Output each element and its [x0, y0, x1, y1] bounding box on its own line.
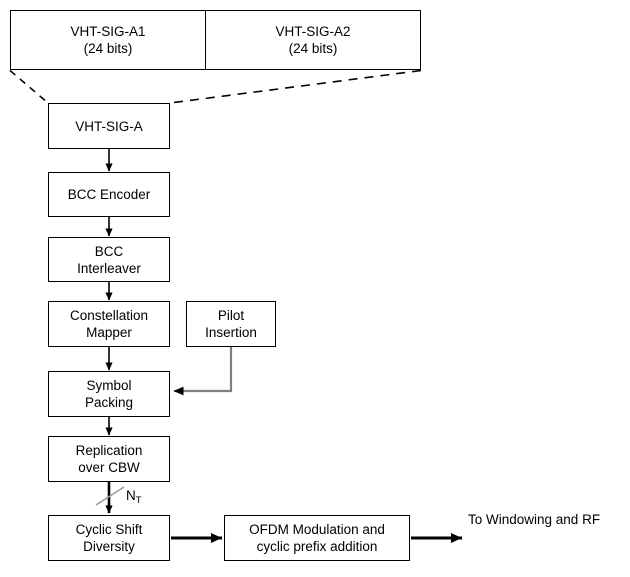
- arrow-pilotinsertion-to-symbolpacking: [173, 347, 233, 396]
- ofdm-modulation-box: OFDM Modulation and cyclic prefix additi…: [224, 515, 410, 561]
- flow-diagram-canvas: VHT-SIG-A1 (24 bits) VHT-SIG-A2 (24 bits…: [0, 0, 630, 577]
- dashed-connector-right: [169, 69, 422, 104]
- pilot-insertion-box: Pilot Insertion: [186, 301, 276, 347]
- cyclic-shift-diversity-box: Cyclic Shift Diversity: [48, 515, 170, 561]
- symbol-packing-box: Symbol Packing: [48, 371, 170, 417]
- vht-sig-a1-box: VHT-SIG-A1 (24 bits): [10, 10, 206, 70]
- dashed-connector-left: [9, 69, 49, 104]
- bcc-interleaver-box: BCC Interleaver: [48, 237, 170, 282]
- replication-over-cbw-box: Replication over CBW: [48, 436, 170, 482]
- connector-overlay: [9, 69, 462, 543]
- vht-sig-a2-box: VHT-SIG-A2 (24 bits): [205, 10, 421, 70]
- vht-sig-a-box: VHT-SIG-A: [48, 103, 170, 149]
- output-label: To Windowing and RF: [468, 512, 601, 527]
- bcc-encoder-box: BCC Encoder: [48, 172, 170, 217]
- stream-count-subscript: T: [135, 495, 142, 506]
- stream-count-slash: [95, 486, 125, 506]
- stream-count-n: N: [126, 488, 136, 503]
- stream-count-label: NT: [126, 488, 142, 506]
- constellation-mapper-box: Constellation Mapper: [48, 301, 170, 347]
